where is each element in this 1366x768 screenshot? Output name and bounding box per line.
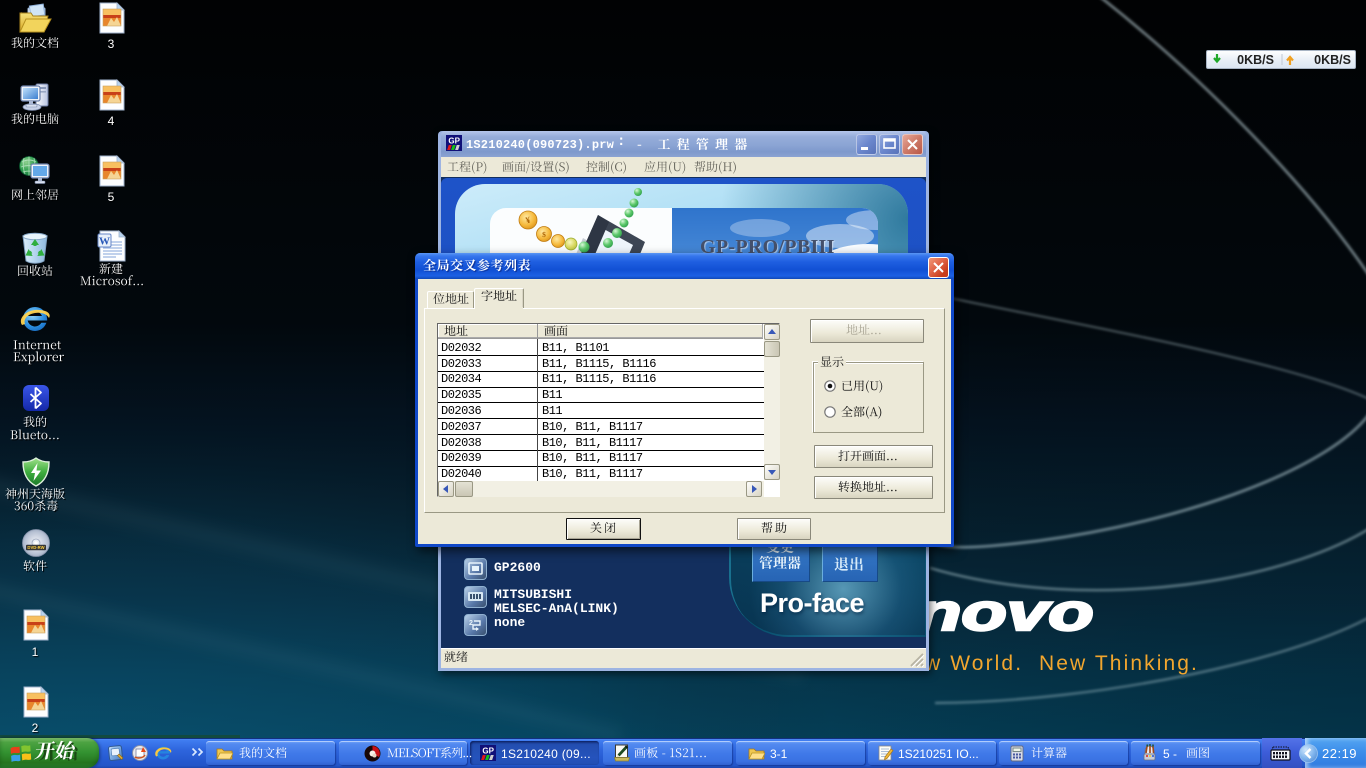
svg-text:0KB/S: 0KB/S: [1237, 53, 1274, 67]
svg-text:$: $: [542, 230, 546, 239]
svg-text:GP: GP: [448, 137, 460, 146]
svg-text:0KB/S: 0KB/S: [1314, 53, 1351, 67]
svg-text:W: W: [99, 236, 110, 248]
svg-text:DVD-RW: DVD-RW: [27, 545, 44, 550]
svg-text:GP: GP: [482, 747, 494, 756]
